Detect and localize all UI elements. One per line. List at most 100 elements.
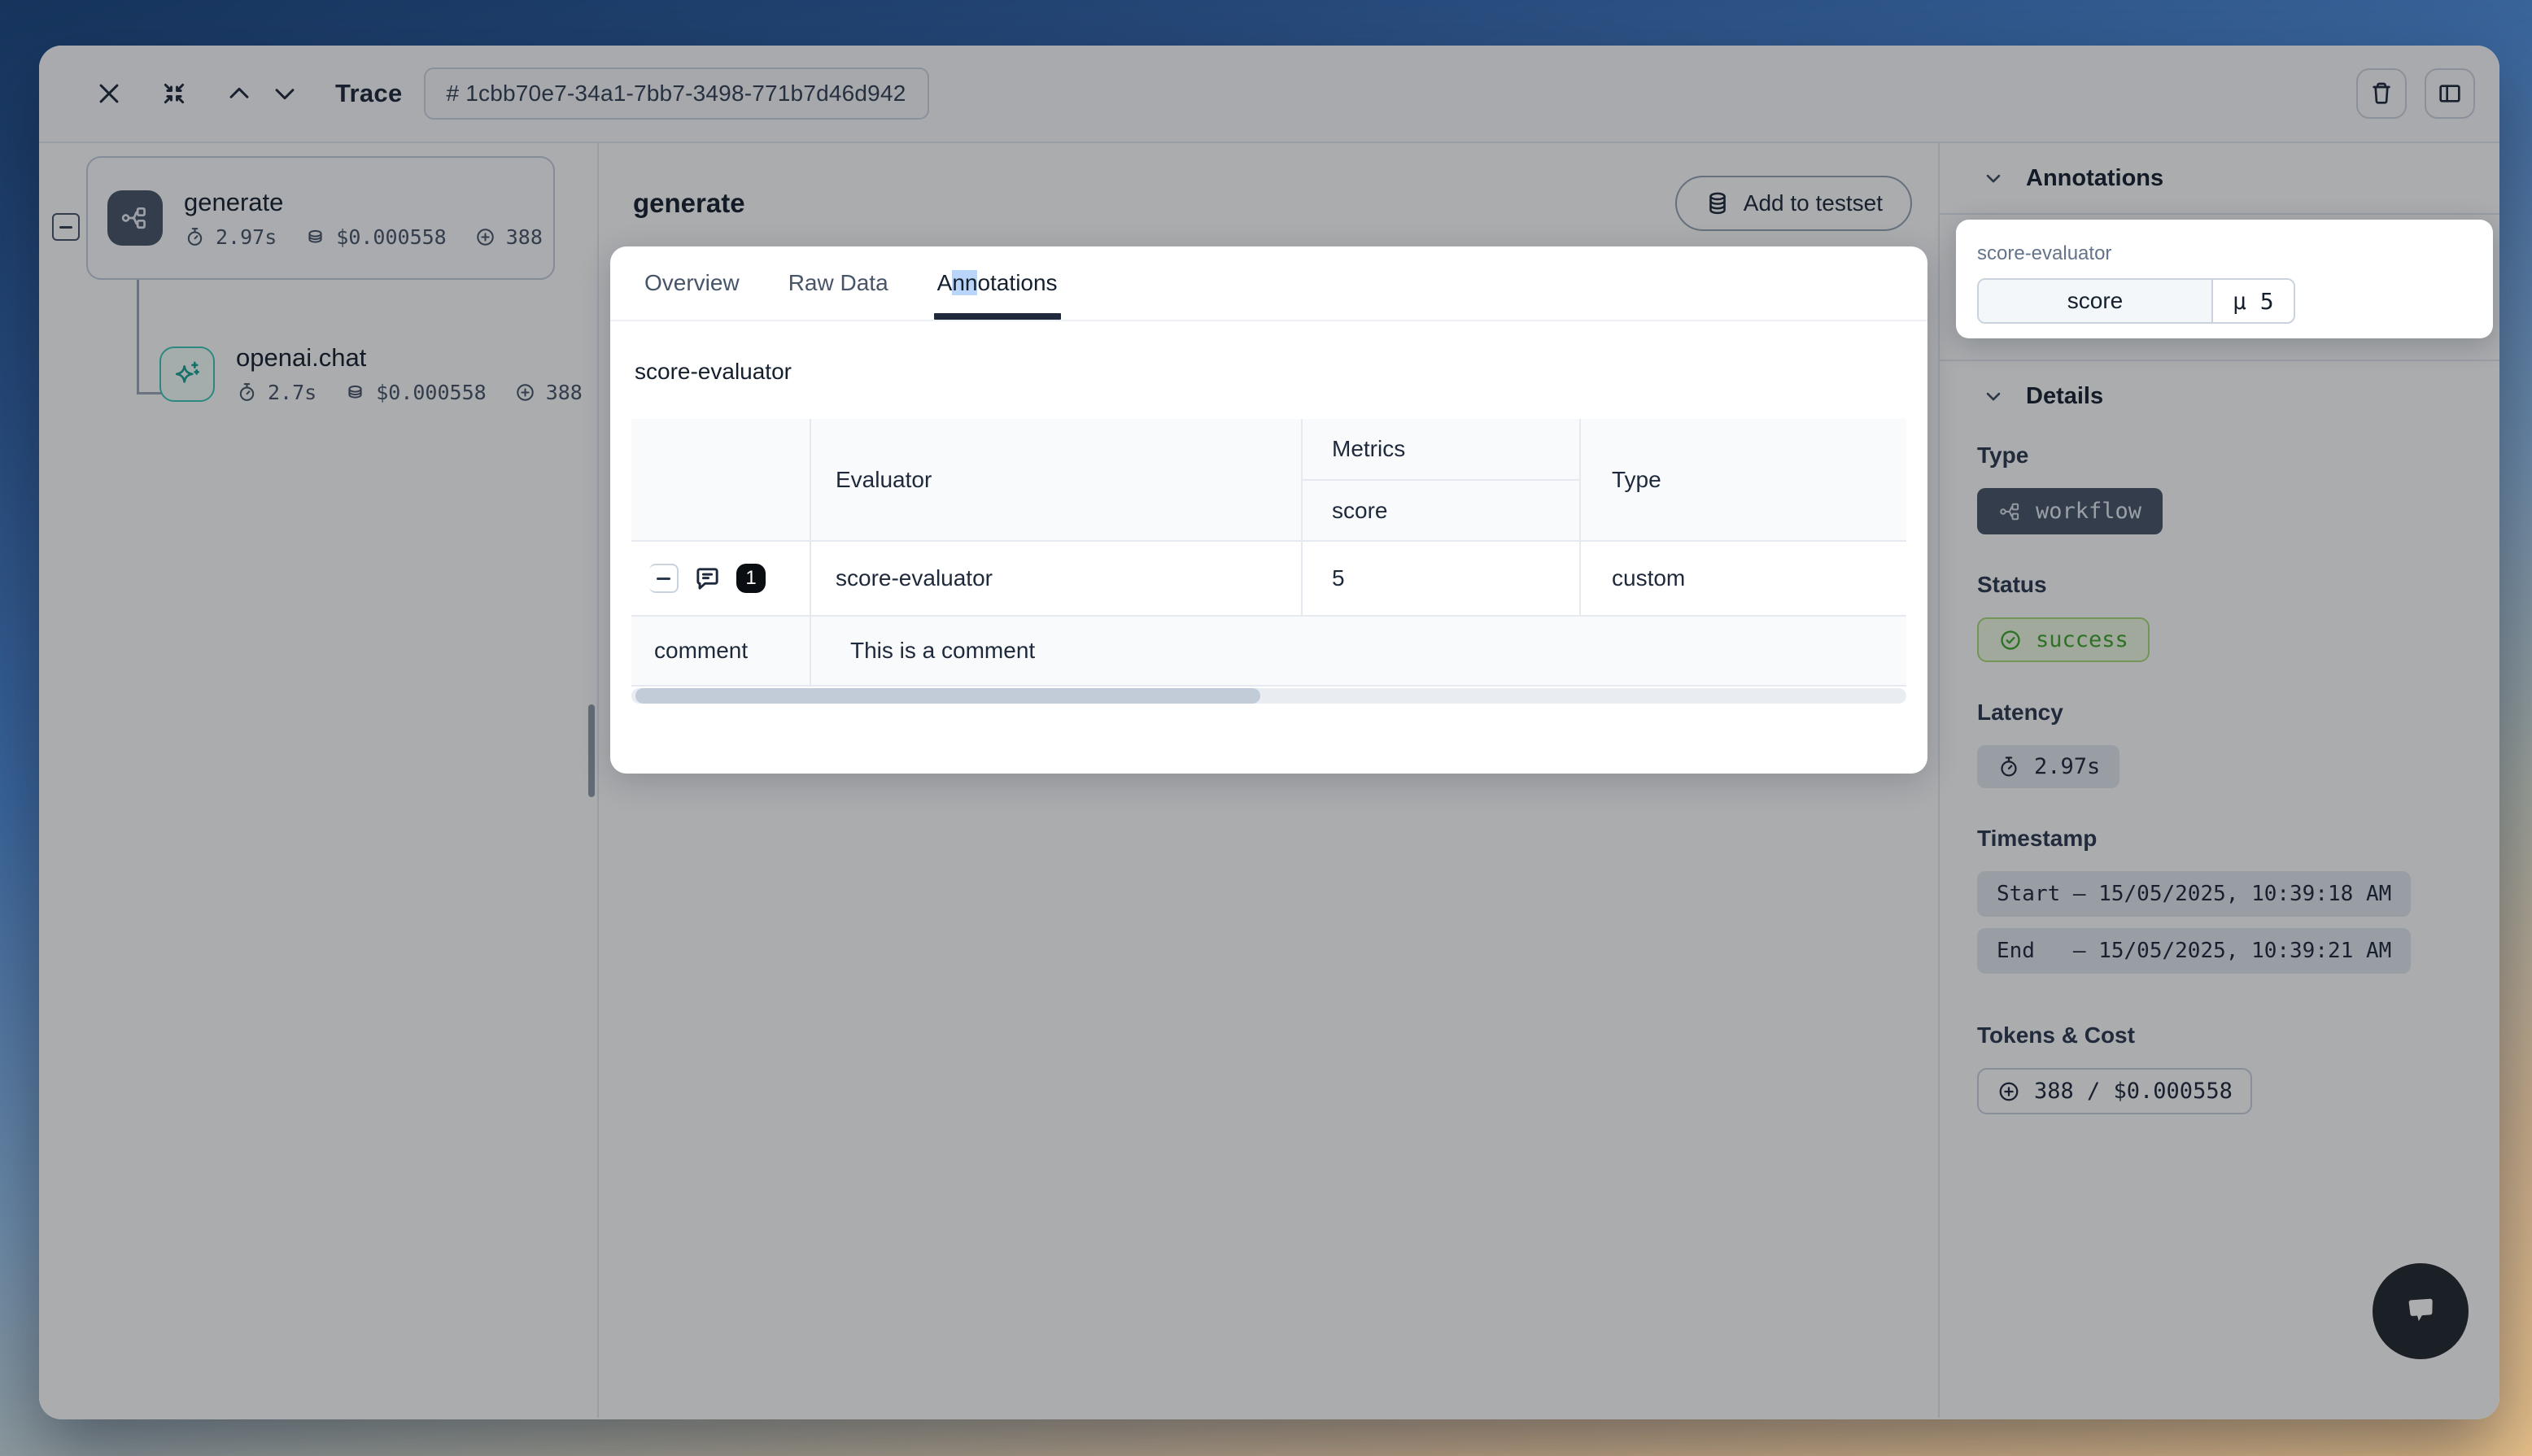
tree-collapse-toggle[interactable]: [52, 213, 80, 241]
tab-overview[interactable]: Overview: [644, 246, 740, 320]
trace-tree-panel: generate 2.97s $0.000558 388: [39, 143, 599, 1418]
comment-value: This is a comment: [810, 616, 1906, 686]
details-section-title: Details: [2026, 383, 2103, 410]
add-to-testset-button[interactable]: Add to testset: [1675, 176, 1912, 231]
table-header-metric-score: score: [1302, 480, 1580, 541]
tree-node-openai-chat[interactable]: openai.chat 2.7s $0.000558 388: [159, 343, 583, 404]
trace-id-badge: # 1cbb70e7-34a1-7bb7-3498-771b7d46d942: [424, 68, 929, 120]
chevron-down-icon: [1982, 167, 2005, 190]
collapse-button[interactable]: [151, 71, 197, 116]
cell-type: custom: [1580, 541, 1906, 616]
tokens-plus-icon: [1997, 1079, 2021, 1104]
text-selection-highlight: nn: [952, 270, 977, 295]
comment-icon: [693, 565, 722, 593]
node-cost: $0.000558: [336, 225, 446, 249]
coins-icon: [304, 226, 326, 248]
node-latency: 2.97s: [216, 225, 277, 249]
tabs-row: Overview Raw Data Annotations: [610, 246, 1927, 321]
node-tokens: 388: [506, 225, 543, 249]
tree-node-generate[interactable]: generate 2.97s $0.000558 388: [86, 156, 555, 280]
chevron-down-icon: [1982, 385, 2005, 408]
node-stats: 2.97s $0.000558 388: [184, 225, 543, 249]
topbar: Trace # 1cbb70e7-34a1-7bb7-3498-771b7d46…: [39, 46, 2499, 143]
tokens-plus-icon: [474, 226, 496, 248]
comment-row: comment This is a comment: [631, 616, 1906, 686]
chat-support-button[interactable]: [2373, 1263, 2469, 1359]
workflow-icon: [120, 203, 151, 233]
span-title: generate: [633, 188, 745, 219]
details-body: Type workflow Status: [1940, 431, 2499, 1163]
annotations-section-title: Annotations: [2026, 165, 2163, 192]
cell-score: 5: [1302, 541, 1580, 616]
sparkles-icon: [171, 358, 203, 390]
cell-evaluator: score-evaluator: [810, 541, 1302, 616]
table-header-metrics: Metrics: [1302, 419, 1580, 480]
prev-span-button[interactable]: [216, 71, 262, 116]
type-badge: workflow: [1977, 488, 2163, 534]
table-horizontal-scrollbar: [631, 688, 1906, 704]
trace-title: Trace: [335, 79, 403, 108]
metric-name-segment: score: [1979, 280, 2213, 322]
latency-value: 2.97s: [2034, 754, 2100, 779]
annotations-section-header[interactable]: Annotations: [1940, 143, 2499, 215]
collapse-icon: [160, 80, 188, 107]
workflow-node-icon: [107, 190, 163, 246]
database-icon: [1705, 190, 1731, 216]
comment-button[interactable]: [693, 565, 722, 593]
comment-key: comment: [631, 616, 810, 686]
span-tabs-card: Overview Raw Data Annotations score-eval…: [610, 246, 1927, 774]
delete-trace-button[interactable]: [2356, 68, 2407, 119]
span-detail-panel: generate Add to testset Overview Raw Dat…: [599, 143, 1938, 1418]
tree-scrollbar-thumb[interactable]: [588, 704, 595, 797]
side-panel-icon: [2437, 81, 2463, 107]
node-latency: 2.7s: [268, 381, 316, 404]
check-circle-icon: [1998, 628, 2023, 652]
metric-mean-segment: μ 5: [2213, 280, 2294, 322]
node-tokens: 388: [546, 381, 583, 404]
timestamp-label: Timestamp: [1977, 826, 2462, 852]
timer-icon: [184, 226, 206, 248]
tree-connector-vertical: [137, 280, 139, 394]
details-sidebar: Annotations score-evaluator score μ 5 De…: [1938, 143, 2499, 1418]
toggle-sidepanel-button[interactable]: [2425, 68, 2475, 119]
status-label: Status: [1977, 572, 2462, 598]
trash-icon: [2368, 81, 2394, 107]
latency-badge: 2.97s: [1977, 745, 2119, 788]
timestamp-end-badge: End – 15/05/2025, 10:39:21 AM: [1977, 928, 2411, 974]
popover-evaluator-label: score-evaluator: [1977, 242, 2472, 265]
score-metric-pill[interactable]: score μ 5: [1977, 278, 2295, 324]
details-section-header[interactable]: Details: [1940, 360, 2499, 431]
tab-annotations[interactable]: Annotations: [937, 246, 1058, 320]
table-header-evaluator: Evaluator: [810, 419, 1302, 541]
evaluator-section-title: score-evaluator: [635, 359, 1906, 385]
add-to-testset-label: Add to testset: [1744, 190, 1883, 216]
chevron-down-icon: [271, 80, 299, 107]
coins-icon: [344, 381, 366, 403]
close-button[interactable]: [86, 71, 132, 116]
tokens-cost-value: 388 / $0.000558: [2034, 1079, 2233, 1104]
span-header: generate Add to testset: [599, 143, 1938, 231]
table-header-select: [631, 419, 810, 541]
tokens-cost-badge: 388 / $0.000558: [1977, 1068, 2252, 1114]
type-label: Type: [1977, 442, 2462, 469]
chat-bubble-icon: [2394, 1284, 2447, 1338]
status-badge: success: [1977, 617, 2150, 662]
table-row[interactable]: 1 score-evaluator 5 custom: [631, 541, 1906, 616]
timer-icon: [236, 381, 258, 403]
next-span-button[interactable]: [262, 71, 308, 116]
timestamp-start-badge: Start – 15/05/2025, 10:39:18 AM: [1977, 871, 2411, 917]
timer-icon: [1997, 755, 2021, 779]
annotations-popover: score-evaluator score μ 5: [1956, 220, 2493, 338]
row-checkbox-indeterminate[interactable]: [649, 564, 679, 593]
minus-icon: [657, 578, 670, 580]
table-header-type: Type: [1580, 419, 1906, 541]
minus-icon: [59, 226, 72, 229]
scrollbar-thumb[interactable]: [635, 688, 1260, 704]
llm-node-icon: [159, 347, 215, 402]
trace-viewer-window: Trace # 1cbb70e7-34a1-7bb7-3498-771b7d46…: [39, 46, 2499, 1419]
type-value: workflow: [2036, 499, 2141, 524]
tokens-cost-label: Tokens & Cost: [1977, 1022, 2462, 1048]
tab-raw-data[interactable]: Raw Data: [788, 246, 888, 320]
node-name: generate: [184, 188, 543, 217]
chevron-up-icon: [225, 80, 253, 107]
